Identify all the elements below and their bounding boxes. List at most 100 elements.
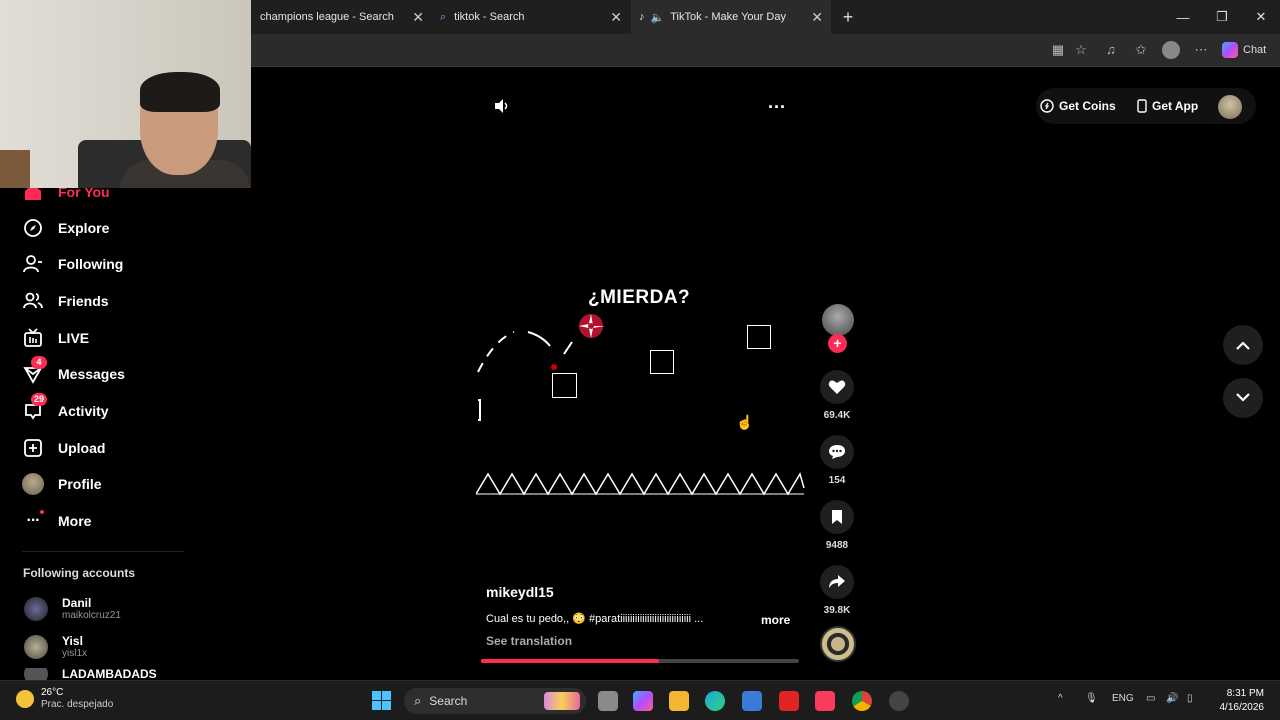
restore-button[interactable]: ❐ bbox=[1203, 0, 1241, 34]
close-window-button[interactable]: ✕ bbox=[1242, 0, 1280, 34]
video-caption-overlay: ¿MIERDA? bbox=[588, 287, 691, 308]
temperature: 26°C bbox=[41, 687, 64, 698]
game-block bbox=[552, 373, 577, 398]
language-indicator[interactable]: ENG bbox=[1112, 693, 1134, 704]
sidebar-item-label: Following bbox=[58, 256, 124, 272]
sidebar-item-messages[interactable]: 4 Messages bbox=[22, 356, 125, 386]
store-icon[interactable] bbox=[742, 691, 762, 711]
weather-widget[interactable]: 26°C Prac. despejado bbox=[16, 687, 113, 711]
sidebar-item-label: Upload bbox=[58, 440, 106, 456]
speaker-icon[interactable]: 🔈 bbox=[651, 11, 665, 24]
bookmark-icon bbox=[820, 500, 854, 534]
get-app-button[interactable]: Get App bbox=[1136, 92, 1198, 120]
hand-cursor-icon: ☝ bbox=[736, 414, 754, 430]
like-button[interactable]: 69.4K bbox=[820, 370, 854, 421]
show-hidden-icons-icon[interactable]: ^ bbox=[1058, 693, 1063, 704]
close-tab-icon[interactable]: ✕ bbox=[412, 9, 424, 26]
get-coins-button[interactable]: Get Coins bbox=[1040, 92, 1116, 120]
following-account[interactable]: LADAMBADADS bbox=[24, 668, 157, 680]
account-username: maikolcruz21 bbox=[62, 610, 121, 621]
save-count: 9488 bbox=[825, 540, 849, 551]
chat-label: Chat bbox=[1243, 44, 1267, 56]
sidebar-item-label: Activity bbox=[58, 403, 109, 419]
see-translation-link[interactable]: See translation bbox=[486, 634, 572, 648]
tab-tiktok-active[interactable]: ♪ 🔈 TikTok - Make Your Day ✕ bbox=[631, 0, 831, 34]
sidebar-item-label: Profile bbox=[58, 476, 102, 492]
edge-browser-icon[interactable] bbox=[705, 691, 725, 711]
search-icon: ⌕ bbox=[414, 693, 422, 708]
progress-fill bbox=[481, 659, 660, 663]
video-progress-bar[interactable] bbox=[481, 659, 799, 663]
video-options-icon[interactable]: ··· bbox=[768, 97, 786, 118]
clock[interactable]: 8:31 PM 4/16/2026 bbox=[1216, 687, 1265, 715]
recording-app-icon[interactable] bbox=[889, 691, 909, 711]
creator-avatar[interactable] bbox=[822, 304, 854, 336]
favorites-icon[interactable]: ✩ bbox=[1132, 41, 1150, 59]
sidebar-item-friends[interactable]: Friends bbox=[22, 289, 109, 313]
settings-more-icon[interactable]: ⋯ bbox=[1192, 41, 1210, 59]
video-description: Cual es tu pedo,, 😳 #paratiiiiiiiiiiiiii… bbox=[486, 613, 704, 625]
music-disc-icon[interactable] bbox=[820, 626, 856, 662]
volume-icon[interactable] bbox=[493, 98, 509, 117]
windows-taskbar: 26°C Prac. despejado ⌕ Search ^ 🎙 ENG ▭ … bbox=[0, 680, 1280, 720]
favorite-star-icon[interactable]: ☆ bbox=[1072, 41, 1090, 59]
copilot-chat-button[interactable]: Chat bbox=[1222, 41, 1266, 59]
new-tab-button[interactable]: + bbox=[836, 0, 860, 34]
comment-button[interactable]: 154 bbox=[820, 435, 854, 486]
friends-icon bbox=[22, 290, 44, 312]
microphone-icon[interactable]: 🎙 bbox=[1085, 693, 1098, 704]
network-icon[interactable]: ▭ bbox=[1146, 693, 1155, 704]
previous-video-button[interactable] bbox=[1223, 325, 1263, 365]
account-name: Yisl bbox=[62, 634, 83, 648]
minimize-button[interactable]: — bbox=[1164, 0, 1202, 34]
browser-profile-avatar[interactable] bbox=[1162, 41, 1180, 59]
sidebar-item-activity[interactable]: 29 Activity bbox=[22, 393, 109, 423]
tab-champions-league[interactable]: champions league - Search ✕ bbox=[252, 0, 432, 34]
address-field[interactable] bbox=[252, 37, 1032, 63]
video-author[interactable]: mikeydl15 bbox=[486, 584, 554, 600]
close-tab-icon[interactable]: ✕ bbox=[610, 9, 622, 26]
game-block bbox=[650, 350, 674, 374]
tab-title: tiktok - Search bbox=[454, 11, 525, 23]
chevron-down-icon bbox=[1236, 393, 1250, 402]
file-explorer-icon[interactable] bbox=[669, 691, 689, 711]
copilot-app-icon[interactable] bbox=[633, 691, 653, 711]
save-button[interactable]: 9488 bbox=[820, 500, 854, 551]
sidebar-item-more[interactable]: ··· More bbox=[22, 509, 91, 533]
spike-row bbox=[476, 472, 805, 496]
taskbar-search-box[interactable]: ⌕ Search bbox=[404, 688, 586, 714]
tulips-icon bbox=[544, 692, 580, 710]
more-button[interactable]: more bbox=[761, 613, 790, 627]
game-block bbox=[747, 325, 771, 349]
share-button[interactable]: 39.8K bbox=[820, 565, 854, 616]
task-view-icon[interactable] bbox=[598, 691, 618, 711]
avatar bbox=[24, 597, 48, 621]
tiktok-favicon-icon: ♪ bbox=[639, 11, 645, 23]
following-account[interactable]: Danil maikolcruz21 bbox=[24, 595, 121, 623]
compass-icon bbox=[22, 217, 44, 239]
sidebar-item-profile[interactable]: Profile bbox=[22, 472, 102, 496]
sidebar-item-following[interactable]: Following bbox=[22, 252, 123, 276]
windows-start-icon[interactable] bbox=[372, 691, 391, 710]
next-video-button[interactable] bbox=[1223, 378, 1263, 418]
chrome-icon[interactable] bbox=[852, 691, 872, 711]
share-count: 39.8K bbox=[823, 605, 851, 616]
weather-description: Prac. despejado bbox=[41, 699, 114, 710]
speaker-icon[interactable]: 🔊 bbox=[1166, 693, 1178, 704]
close-tab-icon[interactable]: ✕ bbox=[811, 9, 823, 26]
user-avatar[interactable] bbox=[1218, 95, 1242, 119]
apps-icon[interactable]: ▦ bbox=[1049, 41, 1067, 59]
youtube-app-icon[interactable] bbox=[779, 691, 799, 711]
screen: champions league - Search ✕ ⌕ tiktok - S… bbox=[0, 0, 1280, 720]
following-account[interactable]: Yisl yisl1x bbox=[24, 633, 87, 661]
sidebar-item-live[interactable]: LIVE bbox=[22, 326, 89, 350]
music-app-icon[interactable] bbox=[815, 691, 835, 711]
sidebar-item-explore[interactable]: Explore bbox=[22, 216, 109, 240]
battery-icon[interactable]: ▯ bbox=[1187, 693, 1193, 704]
tab-tiktok-search[interactable]: ⌕ tiktok - Search ✕ bbox=[432, 0, 630, 34]
sidebar-item-upload[interactable]: Upload bbox=[22, 436, 105, 460]
messages-badge: 4 bbox=[31, 356, 47, 369]
follow-plus-button[interactable]: + bbox=[828, 334, 847, 353]
plus-square-icon bbox=[22, 437, 44, 459]
media-icon[interactable]: ♫ bbox=[1102, 41, 1120, 59]
